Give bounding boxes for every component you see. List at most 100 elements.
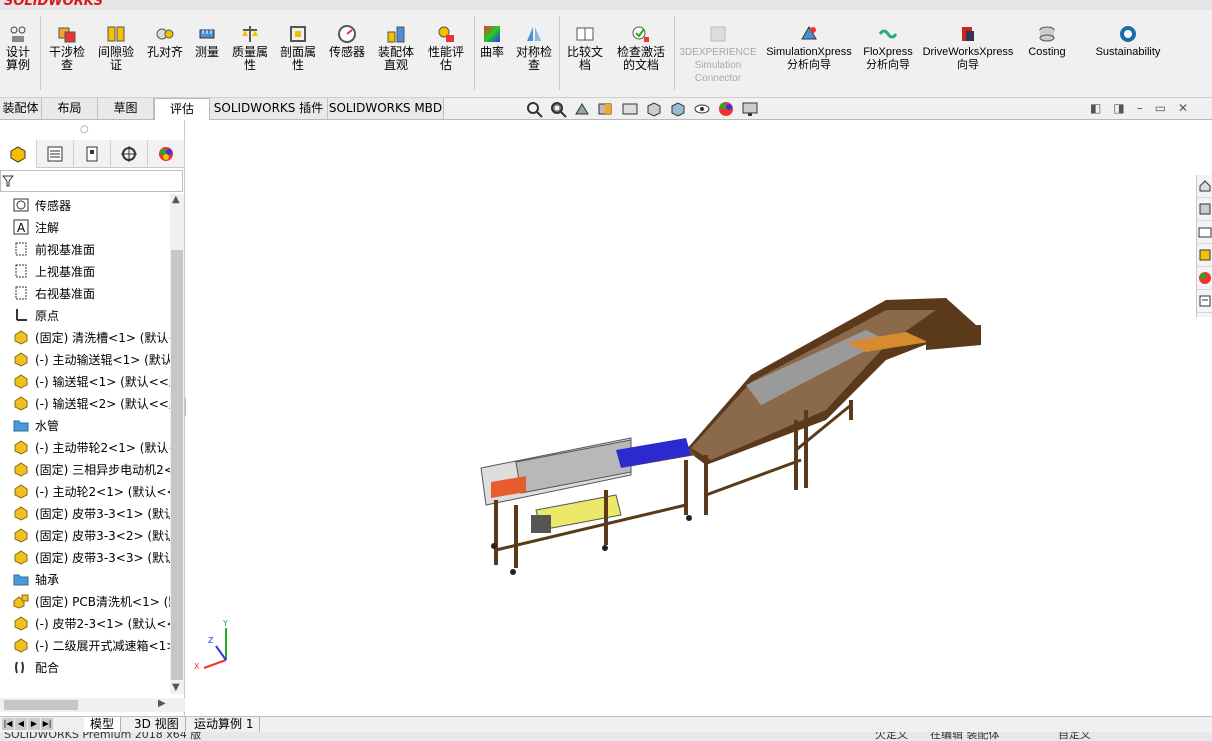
tree-item[interactable]: 上视基准面 [0, 260, 170, 282]
graphics-area[interactable]: Y X Z [186, 120, 1212, 716]
panel-collapse-handle-icon[interactable]: ○ [80, 124, 89, 135]
tree-filter-box[interactable] [0, 170, 183, 192]
tree-item[interactable]: 传感器 [0, 194, 170, 216]
tree-item[interactable]: (固定) 皮带3-3<2> (默认 [0, 524, 170, 546]
tree-item[interactable]: (固定) 三相异步电动机2< [0, 458, 170, 480]
clearance-verify-button[interactable]: 间隙验证 [93, 24, 139, 72]
compare-documents-icon [575, 24, 595, 44]
triad-y-label: Y [222, 619, 228, 628]
design-library-icon[interactable] [1197, 198, 1212, 221]
design-study-button[interactable]: 设计算例 [0, 24, 36, 72]
tab-solidworks-mbd[interactable]: SOLIDWORKS MBD [328, 98, 444, 119]
tree-item[interactable]: (固定) 皮带3-3<3> (默认 [0, 546, 170, 568]
tree-item[interactable]: (-) 二级展开式减速箱<1> [0, 634, 170, 656]
sensor-button[interactable]: 传感器 [325, 24, 369, 59]
viewport-minimize-icon[interactable]: – [1137, 101, 1143, 115]
scroll-up-icon[interactable]: ▲ [172, 194, 180, 205]
zoom-to-area-icon[interactable] [549, 100, 567, 118]
scroll-right-icon[interactable]: ▶ [158, 698, 166, 709]
file-explorer-icon[interactable] [1197, 221, 1212, 244]
check-active-document-button[interactable]: 检查激活的文档 [612, 24, 670, 72]
tab-layout[interactable]: 布局 [42, 98, 98, 119]
tab-evaluate[interactable]: 评估 [154, 98, 210, 120]
tree-item[interactable]: (固定) PCB清洗机<1> (默 [0, 590, 170, 612]
interference-check-button[interactable]: 干涉检查 [44, 24, 90, 72]
design-study-icon [8, 24, 28, 44]
tree-item[interactable]: 右视基准面 [0, 282, 170, 304]
driveworksxpress-button[interactable]: DriveWorksXpress 向导 [920, 24, 1016, 72]
view-orientation-icon[interactable] [645, 100, 663, 118]
hscroll-thumb[interactable] [4, 700, 78, 710]
tab-sketch[interactable]: 草图 [98, 98, 154, 119]
tab-model[interactable]: 模型 [84, 717, 122, 732]
first-tab-icon[interactable]: |◀ [2, 718, 14, 730]
apply-scene-icon[interactable] [741, 100, 759, 118]
display-style-icon[interactable] [669, 100, 687, 118]
viewport-close-icon[interactable]: ✕ [1178, 101, 1188, 115]
tree-item[interactable]: (固定) 清洗槽<1> (默认< [0, 326, 170, 348]
zoom-to-fit-icon[interactable] [525, 100, 543, 118]
sustainability-button[interactable]: Sustainability [1088, 24, 1168, 59]
mates-icon [12, 658, 30, 676]
appearances-icon[interactable] [1197, 267, 1212, 290]
tree-item[interactable]: (-) 输送辊<2> (默认<<默 [0, 392, 170, 414]
measure-button[interactable]: 测量 [191, 24, 223, 59]
scroll-down-icon[interactable]: ▼ [172, 682, 180, 693]
last-tab-icon[interactable]: ▶| [41, 718, 53, 730]
filter-icon[interactable] [2, 175, 14, 187]
viewport-restore-right-icon[interactable]: ◨ [1113, 101, 1124, 115]
assembly-visualization-button[interactable]: 装配体直观 [374, 24, 418, 72]
symmetry-check-button[interactable]: 对称检查 [512, 24, 556, 72]
tab-3d-view[interactable]: 3D 视图 [128, 717, 186, 732]
tree-item[interactable]: (-) 主动带轮2<1> (默认< [0, 436, 170, 458]
tree-item[interactable]: 配合 [0, 656, 170, 678]
dimxpert-manager-tab-icon[interactable] [111, 140, 148, 168]
3dexperience-simulation-button[interactable]: 3DEXPERIENCE Simulation Connector [678, 24, 758, 85]
scroll-thumb[interactable] [171, 250, 183, 680]
prev-tab-icon[interactable]: ◀ [15, 718, 27, 730]
part-icon [12, 504, 30, 522]
configuration-manager-tab-icon[interactable] [74, 140, 111, 168]
tree-item[interactable]: (-) 主动轮2<1> (默认<< [0, 480, 170, 502]
tree-vertical-scrollbar[interactable]: ▲ ▼ [170, 194, 184, 694]
tree-item[interactable]: (-) 皮带2-3<1> (默认<< [0, 612, 170, 634]
solidworks-resources-icon[interactable] [1197, 175, 1212, 198]
status-bar: SOLIDWORKS Premium 2018 x64 版 欠定义 在编辑 装配… [0, 732, 1212, 741]
next-tab-icon[interactable]: ▶ [28, 718, 40, 730]
simulationxpress-button[interactable]: SimulationXpress 分析向导 [762, 24, 856, 72]
section-view-icon[interactable] [597, 100, 615, 118]
tab-solidworks-addins[interactable]: SOLIDWORKS 插件 [210, 98, 328, 119]
part-icon [12, 526, 30, 544]
section-properties-button[interactable]: 剖面属性 [276, 24, 320, 72]
viewport-maximize-icon[interactable]: ▭ [1155, 101, 1166, 115]
tree-item[interactable]: 原点 [0, 304, 170, 326]
display-manager-tab-icon[interactable] [148, 140, 185, 168]
performance-evaluation-button[interactable]: 性能评估 [424, 24, 468, 72]
hole-alignment-button[interactable]: 孔对齐 [144, 24, 186, 59]
previous-view-icon[interactable] [573, 100, 591, 118]
edit-appearance-icon[interactable] [717, 100, 735, 118]
tab-assembly[interactable]: 装配体 [0, 98, 42, 119]
dynamic-annotation-icon[interactable] [621, 100, 639, 118]
viewport-restore-left-icon[interactable]: ◧ [1090, 101, 1101, 115]
feature-manager-tab-icon[interactable] [0, 140, 37, 168]
view-palette-icon[interactable] [1197, 244, 1212, 267]
costing-button[interactable]: Costing [1022, 24, 1072, 59]
compare-documents-button[interactable]: 比较文档 [563, 24, 607, 72]
tree-horizontal-scrollbar[interactable]: ▶ [0, 698, 185, 712]
tree-item[interactable]: (-) 输送辊<1> (默认<<默 [0, 370, 170, 392]
tree-item[interactable]: 前视基准面 [0, 238, 170, 260]
property-manager-tab-icon[interactable] [37, 140, 74, 168]
mass-properties-button[interactable]: 质量属性 [228, 24, 272, 72]
tree-item[interactable]: A 注解 [0, 216, 170, 238]
hide-show-items-icon[interactable] [693, 100, 711, 118]
custom-properties-icon[interactable] [1197, 290, 1212, 313]
tab-motion-study-1[interactable]: 运动算例 1 [188, 717, 261, 732]
tree-item-label: (-) 主动轮2<1> (默认<< [35, 484, 170, 499]
tree-item[interactable]: 水管 [0, 414, 170, 436]
floxpress-button[interactable]: FloXpress 分析向导 [860, 24, 916, 72]
tree-item[interactable]: (固定) 皮带3-3<1> (默认 [0, 502, 170, 524]
tree-item[interactable]: (-) 主动输送辊<1> (默认< [0, 348, 170, 370]
curvature-button[interactable]: 曲率 [478, 24, 506, 59]
tree-item[interactable]: 轴承 [0, 568, 170, 590]
